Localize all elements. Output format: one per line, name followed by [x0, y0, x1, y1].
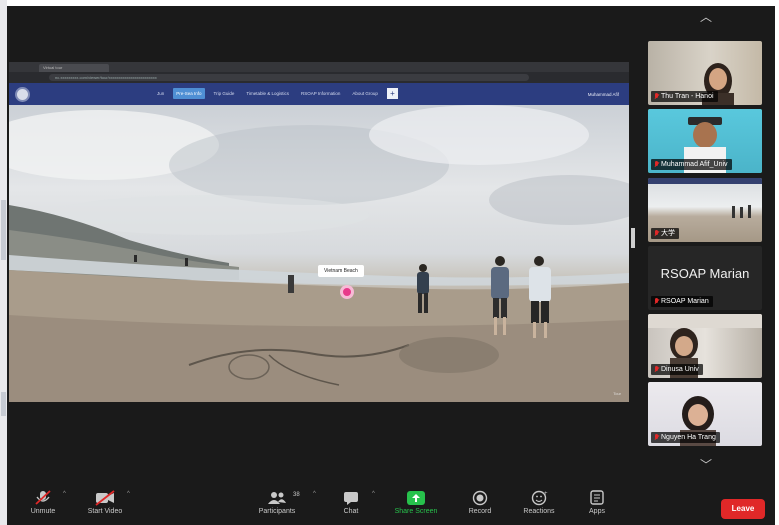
start-video-label: Start Video	[87, 508, 123, 515]
mic-muted-icon	[654, 230, 659, 237]
participants-options-caret-icon[interactable]: ^	[313, 491, 316, 497]
video-off-icon	[95, 490, 115, 506]
panel-resize-handle[interactable]	[631, 228, 635, 248]
left-edge	[0, 0, 7, 525]
share-screen-icon	[407, 491, 425, 505]
mic-muted-icon	[654, 366, 659, 373]
participant-display-name: RSOAP Marian	[660, 266, 750, 281]
scroll-up-icon[interactable]: ︿	[691, 10, 721, 24]
site-nav-items: Jun Pre-Sea Info Trip Guide Timetable & Log…	[154, 88, 398, 99]
mic-muted-icon	[654, 93, 659, 100]
participant-tile[interactable]: RSOAP Marian RSOAP Marian	[648, 246, 762, 310]
reactions-icon: +	[531, 490, 548, 506]
participant-tile[interactable]: Dinusa Univ	[648, 314, 762, 378]
participant-name-tag: Thu Tran - Hanoi	[651, 91, 718, 102]
participants-count: 38	[293, 492, 300, 498]
participant-name-tag: Dinusa Univ	[651, 364, 703, 375]
mic-muted-icon	[654, 298, 659, 305]
add-icon[interactable]: +	[386, 88, 398, 99]
leave-button[interactable]: Leave	[721, 499, 765, 519]
scroll-down-icon[interactable]: ﹀	[691, 458, 721, 472]
participant-tile[interactable]: 大学	[648, 178, 762, 242]
record-icon	[472, 490, 488, 506]
site-nav-item[interactable]: Pre-Sea Info	[173, 88, 205, 99]
unmute-label: Unmute	[30, 508, 56, 515]
apps-label: Apps	[589, 508, 605, 515]
site-nav-item[interactable]: RSOAP Information	[298, 88, 343, 99]
participant-name-tag: RSOAP Marian	[651, 296, 713, 307]
record-label: Record	[468, 508, 492, 515]
url-field[interactable]: nc.xxxxxxxxx.com/viewer/tour/xxxxxxxxxxx…	[49, 74, 529, 81]
participant-name: Nguyen Ha Trang	[661, 434, 716, 441]
meeting-toolbar: Unmute ^ Start Video ^ Participants 38 ^…	[7, 483, 775, 525]
participant-tile[interactable]: Thu Tran - Hanoi	[648, 41, 762, 105]
participant-name: Thu Tran - Hanoi	[661, 93, 714, 100]
participant-name: Muhammad Afif_Univ	[661, 161, 728, 168]
record-button[interactable]: Record	[452, 487, 508, 523]
participant-name: 大学	[661, 230, 675, 237]
site-nav-item[interactable]: Jun	[154, 88, 167, 99]
reactions-label: Reactions	[523, 508, 555, 515]
zoom-meeting-window: Virtual tour nc.xxxxxxxxx.com/viewer/tou…	[7, 6, 775, 525]
chat-button[interactable]: Chat	[323, 487, 379, 523]
mic-off-icon	[35, 490, 51, 505]
browser-address-bar: nc.xxxxxxxxx.com/viewer/tour/xxxxxxxxxxx…	[9, 72, 629, 83]
hotspot-marker[interactable]	[340, 285, 354, 299]
reactions-button[interactable]: + Reactions	[511, 487, 567, 523]
mic-muted-icon	[654, 161, 659, 168]
participants-label: Participants	[258, 508, 296, 515]
browser-tab[interactable]: Virtual tour	[39, 64, 109, 72]
audio-options-caret-icon[interactable]: ^	[63, 491, 66, 497]
site-nav-item[interactable]: Trip Guide	[211, 88, 238, 99]
participant-name: Dinusa Univ	[661, 366, 699, 373]
share-screen-button[interactable]: Share Screen	[388, 487, 444, 523]
svg-text:+: +	[544, 491, 548, 497]
participant-name-tag: 大学	[651, 228, 679, 239]
account-menu[interactable]: Muhammad Afif	[588, 92, 619, 97]
edge-mark	[1, 392, 6, 416]
site-nav-item[interactable]: Timetable & Logistics	[243, 88, 292, 99]
participants-icon	[268, 492, 286, 504]
site-navbar: Jun Pre-Sea Info Trip Guide Timetable & Log…	[9, 83, 629, 105]
browser-tab-bar: Virtual tour	[9, 62, 629, 72]
site-logo-icon[interactable]	[15, 87, 30, 102]
participant-name: RSOAP Marian	[661, 298, 709, 305]
shared-screen[interactable]: Virtual tour nc.xxxxxxxxx.com/viewer/tou…	[9, 62, 629, 402]
chat-options-caret-icon[interactable]: ^	[372, 491, 375, 497]
share-screen-label: Share Screen	[394, 508, 438, 515]
beach-panorama-image	[9, 105, 629, 402]
edge-mark	[1, 200, 6, 260]
watermark: Tour	[613, 391, 621, 396]
participant-tile[interactable]: Muhammad Afif_Univ	[648, 109, 762, 173]
site-nav-item[interactable]: About Group	[349, 88, 381, 99]
chat-label: Chat	[343, 508, 359, 515]
participant-name-tag: Nguyen Ha Trang	[651, 432, 720, 443]
participant-name-tag: Muhammad Afif_Univ	[651, 159, 732, 170]
apps-button[interactable]: Apps	[569, 487, 625, 523]
apps-icon	[590, 490, 604, 505]
panorama-view[interactable]: Vietnam Beach Tour	[9, 105, 629, 402]
participant-tile[interactable]: Nguyen Ha Trang	[648, 382, 762, 446]
video-options-caret-icon[interactable]: ^	[127, 491, 130, 497]
mic-muted-icon	[654, 434, 659, 441]
hotspot-label[interactable]: Vietnam Beach	[318, 265, 364, 277]
start-video-button[interactable]: Start Video	[77, 487, 133, 523]
chat-icon	[344, 492, 358, 505]
